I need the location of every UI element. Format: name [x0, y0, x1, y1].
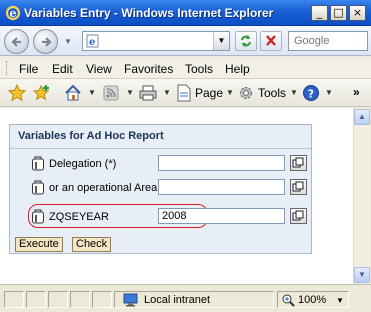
minimize-button[interactable]: _	[311, 5, 328, 21]
add-favorite-button[interactable]	[33, 84, 51, 102]
close-window-button[interactable]: ×	[349, 5, 366, 21]
refresh-icon	[241, 35, 251, 47]
add-favorite-icon	[33, 84, 50, 101]
page-dropdown-icon: ▼	[226, 88, 234, 97]
variables-panel: Variables for Ad Hoc Report Delegation (…	[9, 124, 312, 254]
intranet-zone-icon	[123, 293, 138, 307]
help-icon: ?	[303, 85, 319, 101]
panel-divider	[10, 148, 311, 149]
url-dropdown-icon[interactable]: ▼	[213, 32, 229, 50]
status-bar: Local intranet 100% ▼	[0, 284, 371, 312]
menu-favorites[interactable]: Favorites	[124, 62, 173, 76]
zoom-level[interactable]: 100%	[298, 294, 326, 306]
window-title: Variables Entry - Windows Internet Explo…	[24, 6, 274, 20]
address-field[interactable]: e ▼	[82, 31, 230, 51]
scroll-down-button[interactable]: ▼	[354, 267, 370, 283]
menu-grip[interactable]	[6, 61, 9, 75]
value-help-icon	[292, 157, 304, 168]
gear-icon	[240, 87, 252, 99]
menu-view[interactable]: View	[86, 62, 112, 76]
feeds-button[interactable]: ▼	[102, 84, 134, 102]
menu-edit[interactable]: Edit	[52, 62, 73, 76]
forward-button[interactable]	[33, 29, 58, 54]
delegation-value-help-button[interactable]	[290, 155, 307, 171]
history-dropdown-icon[interactable]: ▼	[64, 37, 72, 46]
home-button[interactable]: ▼	[64, 84, 96, 102]
help-dropdown-icon: ▼	[325, 88, 333, 97]
page-icon: e	[86, 34, 99, 48]
back-arrow-icon	[11, 37, 21, 47]
feeds-dropdown-icon[interactable]: ▼	[126, 88, 134, 97]
delegation-input[interactable]	[158, 155, 285, 171]
status-pane-5	[92, 291, 112, 308]
help-menu-button[interactable]: ? ▼	[302, 84, 336, 102]
status-pane-2	[26, 291, 46, 308]
maximize-button[interactable]: □	[330, 5, 347, 21]
vertical-scrollbar[interactable]: ▲ ▼	[353, 108, 370, 284]
forward-arrow-icon	[42, 37, 52, 47]
tools-menu-label: Tools	[258, 86, 287, 100]
back-button[interactable]	[4, 29, 29, 54]
panel-title: Variables for Ad Hoc Report	[18, 130, 164, 142]
value-help-icon	[292, 181, 304, 192]
status-pane-3	[48, 291, 68, 308]
print-dropdown-icon[interactable]: ▼	[163, 88, 171, 97]
zoom-dropdown-icon[interactable]: ▼	[336, 296, 344, 305]
zqseyear-input[interactable]	[158, 208, 285, 224]
zoom-magnifier-icon	[282, 294, 295, 307]
page-menu-button[interactable]: Page ▼	[176, 84, 234, 102]
url-input[interactable]	[103, 34, 209, 48]
print-button[interactable]: ▼	[138, 84, 172, 102]
search-field[interactable]	[288, 31, 368, 51]
status-pane-4	[70, 291, 90, 308]
execute-button[interactable]: Execute	[15, 237, 63, 252]
page-content: Variables for Ad Hoc Report Delegation (…	[0, 108, 353, 284]
toolbar-overflow-chevron[interactable]: »	[353, 85, 360, 99]
favorites-star-icon	[8, 84, 26, 102]
check-button[interactable]: Check	[72, 237, 112, 252]
ie-logo-icon: e	[5, 5, 21, 21]
variable-icon	[32, 156, 44, 171]
operational-area-value-help-button[interactable]	[290, 179, 307, 195]
variable-label-operational-area: or an operational Area	[49, 182, 158, 194]
variable-icon	[32, 180, 44, 195]
variable-label-zqseyear: ZQSEYEAR	[49, 211, 109, 223]
page-menu-icon	[177, 84, 191, 102]
scroll-up-button[interactable]: ▲	[354, 109, 370, 125]
tools-menu-button[interactable]: Tools ▼	[237, 84, 299, 102]
status-pane-1	[4, 291, 24, 308]
variable-icon	[32, 209, 44, 224]
svg-text:?: ?	[308, 88, 314, 101]
menu-help[interactable]: Help	[225, 62, 250, 76]
menu-file[interactable]: File	[19, 62, 38, 76]
refresh-button[interactable]	[235, 31, 257, 51]
value-help-icon	[292, 210, 304, 221]
address-toolbar: ▼ e ▼	[0, 26, 371, 56]
menu-tools[interactable]: Tools	[185, 62, 213, 76]
zqseyear-value-help-button[interactable]	[290, 208, 307, 224]
svg-text:e: e	[89, 37, 95, 48]
tools-dropdown-icon: ▼	[290, 88, 298, 97]
menu-bar: File Edit View Favorites Tools Help	[0, 57, 371, 79]
search-input[interactable]	[292, 34, 364, 48]
printer-icon	[139, 85, 157, 101]
operational-area-input[interactable]	[158, 179, 285, 195]
rss-feed-icon	[103, 85, 119, 101]
favorites-star-button[interactable]	[8, 84, 26, 102]
command-bar: ▼ ▼ ▼ Page ▼ Tools ▼ ? ▼ »	[0, 79, 371, 107]
home-icon	[65, 84, 81, 101]
variable-label-delegation: Delegation (*)	[49, 158, 117, 170]
svg-text:e: e	[10, 7, 17, 20]
home-dropdown-icon[interactable]: ▼	[88, 88, 96, 97]
stop-button[interactable]	[260, 31, 282, 51]
stop-icon	[266, 35, 276, 46]
security-zone-label: Local intranet	[144, 294, 211, 306]
title-bar: e Variables Entry - Windows Internet Exp…	[0, 0, 371, 26]
page-menu-label: Page	[195, 86, 224, 100]
